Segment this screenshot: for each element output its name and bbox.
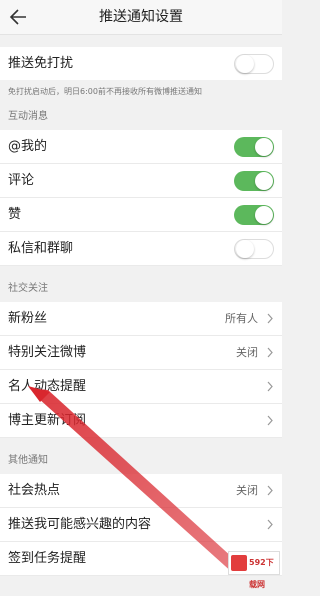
messages-toggle[interactable]	[234, 239, 274, 259]
row-comments[interactable]: 评论	[0, 164, 282, 198]
row-likes[interactable]: 赞	[0, 198, 282, 232]
row-messages[interactable]: 私信和群聊	[0, 232, 282, 266]
messages-label: 私信和群聊	[8, 241, 74, 256]
new-fans-label: 新粉丝	[8, 311, 48, 326]
row-special-follow[interactable]: 特别关注微博 关闭	[0, 336, 282, 370]
dnd-label: 推送免打扰	[8, 56, 74, 71]
section-interaction: 互动消息	[0, 106, 282, 128]
celebrity-label: 名人动态提醒	[8, 379, 87, 394]
section-other-title: 其他通知	[8, 455, 48, 466]
site-logo-icon	[231, 555, 247, 571]
toggle-knob	[255, 138, 273, 156]
toggle-knob	[255, 172, 273, 190]
chevron-right-icon	[267, 415, 273, 426]
watermark-logo: 592下载网	[228, 551, 280, 589]
special-follow-value: 关闭	[236, 346, 258, 359]
dnd-hint-text: 免打扰启动后，明日6:00前不再接收所有微博推送通知	[8, 87, 202, 96]
section-social-title: 社交关注	[8, 283, 48, 294]
row-dnd[interactable]: 推送免打扰	[0, 47, 282, 81]
interest-label: 推送我可能感兴趣的内容	[8, 517, 152, 532]
hot-label: 社会热点	[8, 483, 61, 498]
top-bar: 推送通知设置	[0, 0, 282, 35]
chevron-right-icon	[267, 347, 273, 358]
chevron-right-icon	[267, 485, 273, 496]
mentions-label: @我的	[8, 139, 48, 154]
section-other: 其他通知	[0, 450, 282, 472]
chevron-right-icon	[267, 313, 273, 324]
section-interaction-title: 互动消息	[8, 111, 48, 122]
dnd-toggle[interactable]	[234, 54, 274, 74]
toggle-knob	[236, 240, 254, 258]
comments-label: 评论	[8, 173, 35, 188]
hot-value: 关闭	[236, 484, 258, 497]
row-interest[interactable]: 推送我可能感兴趣的内容	[0, 508, 282, 542]
row-celebrity[interactable]: 名人动态提醒	[0, 370, 282, 404]
blogger-sub-label: 博主更新订阅	[8, 413, 87, 428]
watermark-text: 592下载网	[249, 558, 274, 589]
page-title: 推送通知设置	[99, 9, 183, 25]
chevron-right-icon	[267, 519, 273, 530]
new-fans-value: 所有人	[225, 312, 258, 325]
likes-toggle[interactable]	[234, 205, 274, 225]
row-new-fans[interactable]: 新粉丝 所有人	[0, 302, 282, 336]
toggle-knob	[255, 206, 273, 224]
special-follow-label: 特别关注微博	[8, 345, 87, 360]
toggle-knob	[236, 55, 254, 73]
comments-toggle[interactable]	[234, 171, 274, 191]
row-hot[interactable]: 社会热点 关闭	[0, 474, 282, 508]
row-mentions[interactable]: @我的	[0, 130, 282, 164]
likes-label: 赞	[8, 207, 22, 222]
mentions-toggle[interactable]	[234, 137, 274, 157]
checkin-label: 签到任务提醒	[8, 551, 87, 566]
section-social: 社交关注	[0, 278, 282, 300]
chevron-right-icon	[267, 381, 273, 392]
dnd-hint: 免打扰启动后，明日6:00前不再接收所有微博推送通知	[0, 80, 282, 104]
row-blogger-sub[interactable]: 博主更新订阅	[0, 404, 282, 438]
